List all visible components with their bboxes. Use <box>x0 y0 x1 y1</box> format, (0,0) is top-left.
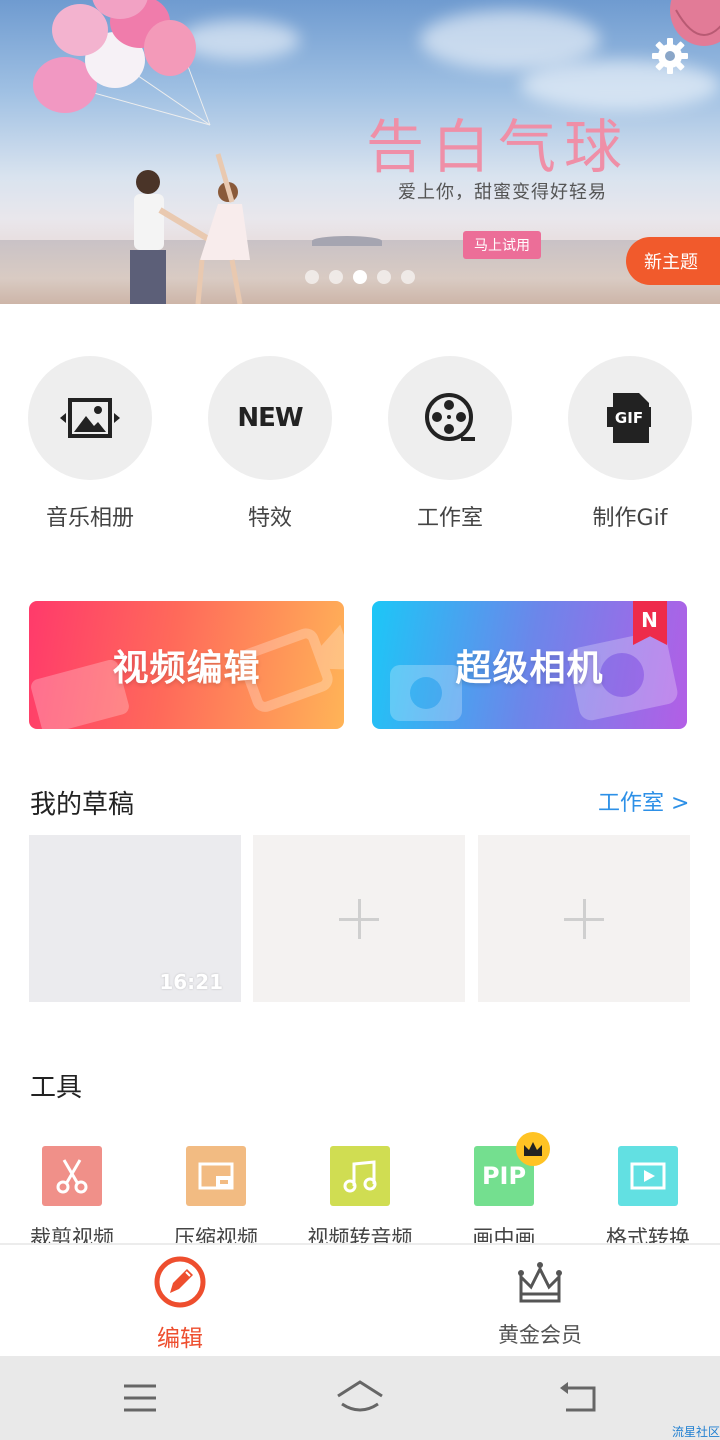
picture-in-picture-tool[interactable]: PIP 画中画 <box>432 1132 576 1252</box>
music-album-circle[interactable] <box>28 356 152 480</box>
theme-banner[interactable]: 告白气球 爱上你，甜蜜变得好轻易 马上试用 新主题 <box>0 0 720 304</box>
make-gif-label: 制作Gif <box>592 506 668 531</box>
studio-label: 工作室 <box>416 506 483 531</box>
plus-icon <box>564 898 604 939</box>
banner-pagination <box>305 270 415 284</box>
make-gif-circle[interactable]: GIF <box>568 356 692 480</box>
banner-cloud <box>420 10 600 70</box>
gif-icon-text: GIF <box>615 409 643 427</box>
super-camera-label: 超级相机 <box>455 648 604 689</box>
pagination-dot[interactable] <box>401 270 415 284</box>
tab-edit-label: 编辑 <box>157 1326 203 1352</box>
format-convert-icon <box>630 1162 666 1190</box>
format-convert-icon-box[interactable] <box>618 1146 678 1206</box>
pagination-dot[interactable] <box>305 270 319 284</box>
gif-file-icon: GIF <box>607 393 651 443</box>
tab-gold-vip-label: 黄金会员 <box>498 1323 582 1347</box>
tools-title: 工具 <box>30 1073 83 1103</box>
banner-title: 告白气球 <box>366 113 631 181</box>
trim-video-icon-box[interactable] <box>42 1146 102 1206</box>
watermark: 流星社区 <box>671 1425 720 1439</box>
format-convert-tool[interactable]: 格式转换 <box>576 1146 720 1252</box>
pip-icon-box[interactable]: PIP <box>474 1132 550 1206</box>
film-reel-icon <box>425 393 475 441</box>
edit-pencil-icon <box>154 1256 206 1308</box>
bottom-tab-bar: 编辑 黄金会员 <box>0 1243 720 1356</box>
pagination-dot[interactable] <box>377 270 391 284</box>
banner-island <box>312 236 382 246</box>
couple-image <box>130 153 250 304</box>
studio-link[interactable]: 工作室 > <box>598 785 689 817</box>
quick-actions: 音乐相册 NEW 特效 工作室 GIF 制作Gif <box>0 356 720 536</box>
super-camera-card[interactable]: 超级相机 N <box>372 601 687 729</box>
compress-video-icon-box[interactable] <box>186 1146 246 1206</box>
balloons-image <box>33 0 211 126</box>
music-note-icon <box>343 1160 377 1193</box>
home-icon[interactable] <box>334 1376 386 1420</box>
effects-button[interactable]: NEW 特效 <box>180 356 360 532</box>
pip-icon: PIP <box>481 1162 527 1190</box>
compress-video-tool[interactable]: 压缩视频 <box>144 1146 288 1252</box>
back-icon[interactable] <box>558 1376 602 1420</box>
tab-gold-vip[interactable]: 黄金会员 <box>440 1255 640 1349</box>
banner-subtitle: 爱上你，甜蜜变得好轻易 <box>398 182 607 203</box>
drafts-title: 我的草稿 <box>30 790 135 820</box>
music-album-label: 音乐相册 <box>45 506 134 531</box>
crown-icon <box>518 1262 562 1303</box>
settings-gear-icon[interactable] <box>650 36 690 76</box>
new-theme-button[interactable]: 新主题 <box>626 237 720 285</box>
draft-duration: 16:21 <box>159 970 223 994</box>
new-text-icon: NEW <box>237 403 303 433</box>
effects-label: 特效 <box>247 506 292 531</box>
menu-icon[interactable] <box>118 1376 162 1420</box>
draft-item[interactable]: 16:21 <box>29 835 241 1002</box>
video-edit-label: 视频编辑 <box>112 648 261 689</box>
plus-icon <box>339 898 379 939</box>
premium-crown-icon <box>516 1132 550 1166</box>
compress-icon <box>198 1162 234 1190</box>
pagination-dot[interactable] <box>329 270 343 284</box>
add-draft-button[interactable] <box>478 835 690 1002</box>
video-edit-card[interactable]: 视频编辑 <box>29 601 344 729</box>
studio-button[interactable]: 工作室 <box>360 356 540 532</box>
make-gif-button[interactable]: GIF 制作Gif <box>540 356 720 532</box>
trim-video-tool[interactable]: 裁剪视频 <box>0 1146 144 1252</box>
video-to-audio-tool[interactable]: 视频转音频 <box>288 1146 432 1252</box>
try-now-button[interactable]: 马上试用 <box>463 231 541 259</box>
effects-circle[interactable]: NEW <box>208 356 332 480</box>
photo-album-icon <box>60 398 120 438</box>
music-album-button[interactable]: 音乐相册 <box>0 356 180 532</box>
studio-circle[interactable] <box>388 356 512 480</box>
add-draft-button[interactable] <box>253 835 465 1002</box>
scissors-icon <box>56 1159 88 1194</box>
tab-edit[interactable]: 编辑 <box>80 1255 280 1353</box>
system-navigation-bar: 流星社区 <box>0 1356 720 1440</box>
video-to-audio-icon-box[interactable] <box>330 1146 390 1206</box>
pagination-dot-active[interactable] <box>353 270 367 284</box>
